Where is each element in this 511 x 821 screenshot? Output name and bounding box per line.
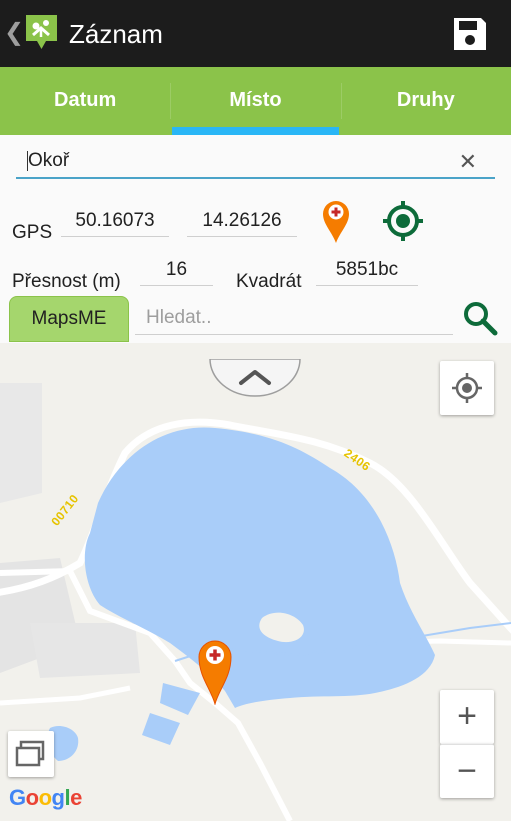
latitude-field[interactable]: 50.16073: [61, 207, 169, 237]
place-value: Okoř: [28, 150, 70, 171]
map-canvas[interactable]: [0, 343, 511, 821]
tab-druhy[interactable]: Druhy: [340, 67, 511, 135]
mapsme-button[interactable]: MapsME: [9, 296, 129, 342]
search-icon[interactable]: [461, 299, 499, 337]
zoom-out-label: −: [457, 752, 477, 790]
my-location-button[interactable]: [440, 361, 494, 415]
longitude-field[interactable]: 14.26126: [187, 207, 297, 237]
layers-button[interactable]: [8, 731, 54, 777]
app-title: Záznam: [69, 19, 163, 49]
tab-misto[interactable]: Místo: [170, 67, 340, 135]
google-attribution: Google: [9, 785, 82, 810]
chevron-up-icon[interactable]: [209, 359, 301, 397]
square-field[interactable]: 5851bc: [316, 256, 418, 286]
my-location-icon: [452, 373, 482, 403]
map-pin-add-icon[interactable]: [320, 198, 352, 244]
search-placeholder: Hledat..: [146, 307, 212, 328]
search-input[interactable]: Hledat..: [135, 303, 453, 335]
zoom-in-button[interactable]: +: [440, 690, 494, 744]
accuracy-label: Přesnost (m): [12, 271, 121, 292]
gps-target-icon[interactable]: [381, 199, 425, 243]
accuracy-field[interactable]: 16: [140, 256, 213, 286]
square-label: Kvadrát: [236, 271, 302, 292]
location-marker-icon[interactable]: [196, 637, 234, 705]
zoom-in-label: +: [457, 697, 477, 735]
app-bar: ❮ Záznam: [0, 0, 511, 67]
chevron-left-icon[interactable]: ❮: [4, 18, 24, 48]
save-icon[interactable]: [450, 14, 490, 54]
close-icon[interactable]: ✕: [459, 149, 477, 175]
place-input[interactable]: Okoř ✕: [16, 145, 495, 179]
zoom-out-button[interactable]: −: [440, 744, 494, 798]
app-logo-icon[interactable]: [24, 13, 59, 51]
tab-datum[interactable]: Datum: [0, 67, 170, 135]
gps-label: GPS: [12, 222, 53, 243]
layers-icon: [15, 740, 45, 767]
tab-bar: Datum Místo Druhy: [0, 67, 511, 135]
location-form: Okoř ✕ GPS 50.16073 14.26126 Přesnost (m…: [0, 135, 511, 343]
map-view[interactable]: 00710 2406 + − Google: [0, 343, 511, 821]
